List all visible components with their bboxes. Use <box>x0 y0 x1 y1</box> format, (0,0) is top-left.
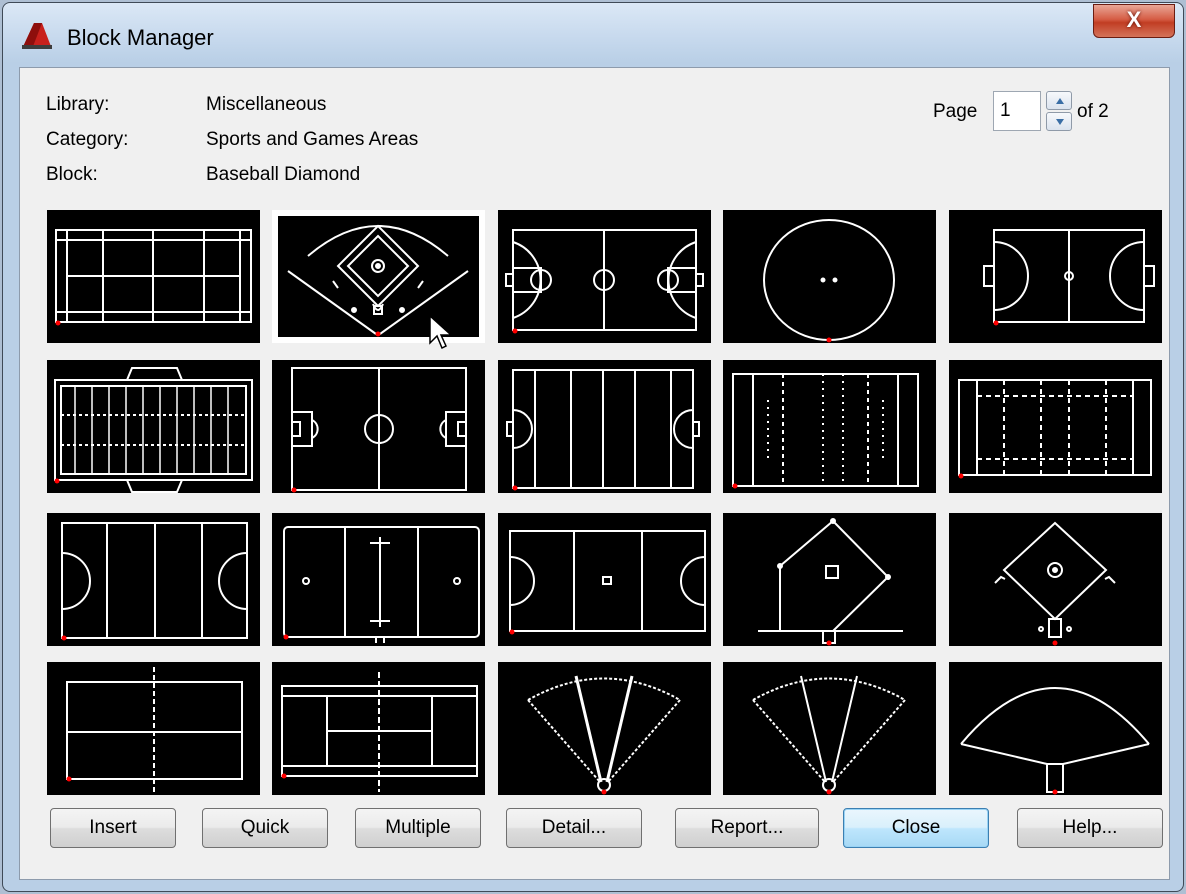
football-field-thumbnail[interactable] <box>47 360 260 493</box>
quick-button[interactable]: Quick <box>202 808 328 848</box>
category-label: Category: <box>46 129 129 150</box>
page-down-button[interactable] <box>1046 112 1072 131</box>
arrow-down-icon <box>1056 119 1064 125</box>
shot-put-sector-thumbnail[interactable] <box>498 662 711 795</box>
title-bar[interactable]: Block Manager X <box>3 3 1183 65</box>
tennis-court-thumbnail[interactable] <box>272 662 485 795</box>
arrow-up-icon <box>1056 98 1064 104</box>
library-label: Library: <box>46 94 110 115</box>
detail-button[interactable]: Detail... <box>506 808 642 848</box>
volleyball-court-thumbnail[interactable] <box>47 662 260 795</box>
page-label: Page <box>933 101 978 122</box>
netball-court-thumbnail[interactable] <box>498 513 711 646</box>
window-title: Block Manager <box>67 25 214 50</box>
court-lines-thumbnail[interactable] <box>47 210 260 343</box>
oval-field-thumbnail[interactable] <box>723 210 936 343</box>
page-input[interactable] <box>993 91 1041 131</box>
basketball-court-thumbnail[interactable] <box>498 210 711 343</box>
javelin-sector-thumbnail[interactable] <box>949 662 1162 795</box>
page-up-button[interactable] <box>1046 91 1072 110</box>
help-button[interactable]: Help... <box>1017 808 1163 848</box>
page-count: of 2 <box>1077 101 1109 122</box>
library-value: Miscellaneous <box>206 94 327 115</box>
block-label: Block: <box>46 164 98 185</box>
block-value: Baseball Diamond <box>206 164 361 185</box>
hockey-field-thumbnail[interactable] <box>498 360 711 493</box>
discus-sector-thumbnail[interactable] <box>723 662 936 795</box>
soccer-field-thumbnail[interactable] <box>272 360 485 493</box>
close-button[interactable]: Close <box>843 808 989 848</box>
baseball-diamond-thumbnail[interactable] <box>949 513 1162 646</box>
autocad-icon <box>22 23 52 49</box>
close-icon: X <box>1126 7 1142 32</box>
infield-diamond-thumbnail[interactable] <box>723 513 936 646</box>
close-window-button[interactable]: X <box>1093 4 1175 38</box>
dashed-field-thumbnail[interactable] <box>949 360 1162 493</box>
category-value: Sports and Games Areas <box>206 129 419 150</box>
mouse-cursor-icon <box>429 315 453 350</box>
dialog-body: Library: Miscellaneous Category: Sports … <box>19 67 1170 880</box>
lacrosse-field-thumbnail[interactable] <box>47 513 260 646</box>
report-button[interactable]: Report... <box>675 808 819 848</box>
small-pitch-thumbnail[interactable] <box>949 210 1162 343</box>
insert-button[interactable]: Insert <box>50 808 176 848</box>
ice-rink-thumbnail[interactable] <box>272 513 485 646</box>
rugby-field-thumbnail[interactable] <box>723 360 936 493</box>
block-manager-window: Block Manager X Library: Miscellaneous C… <box>2 2 1184 892</box>
multiple-button[interactable]: Multiple <box>355 808 481 848</box>
